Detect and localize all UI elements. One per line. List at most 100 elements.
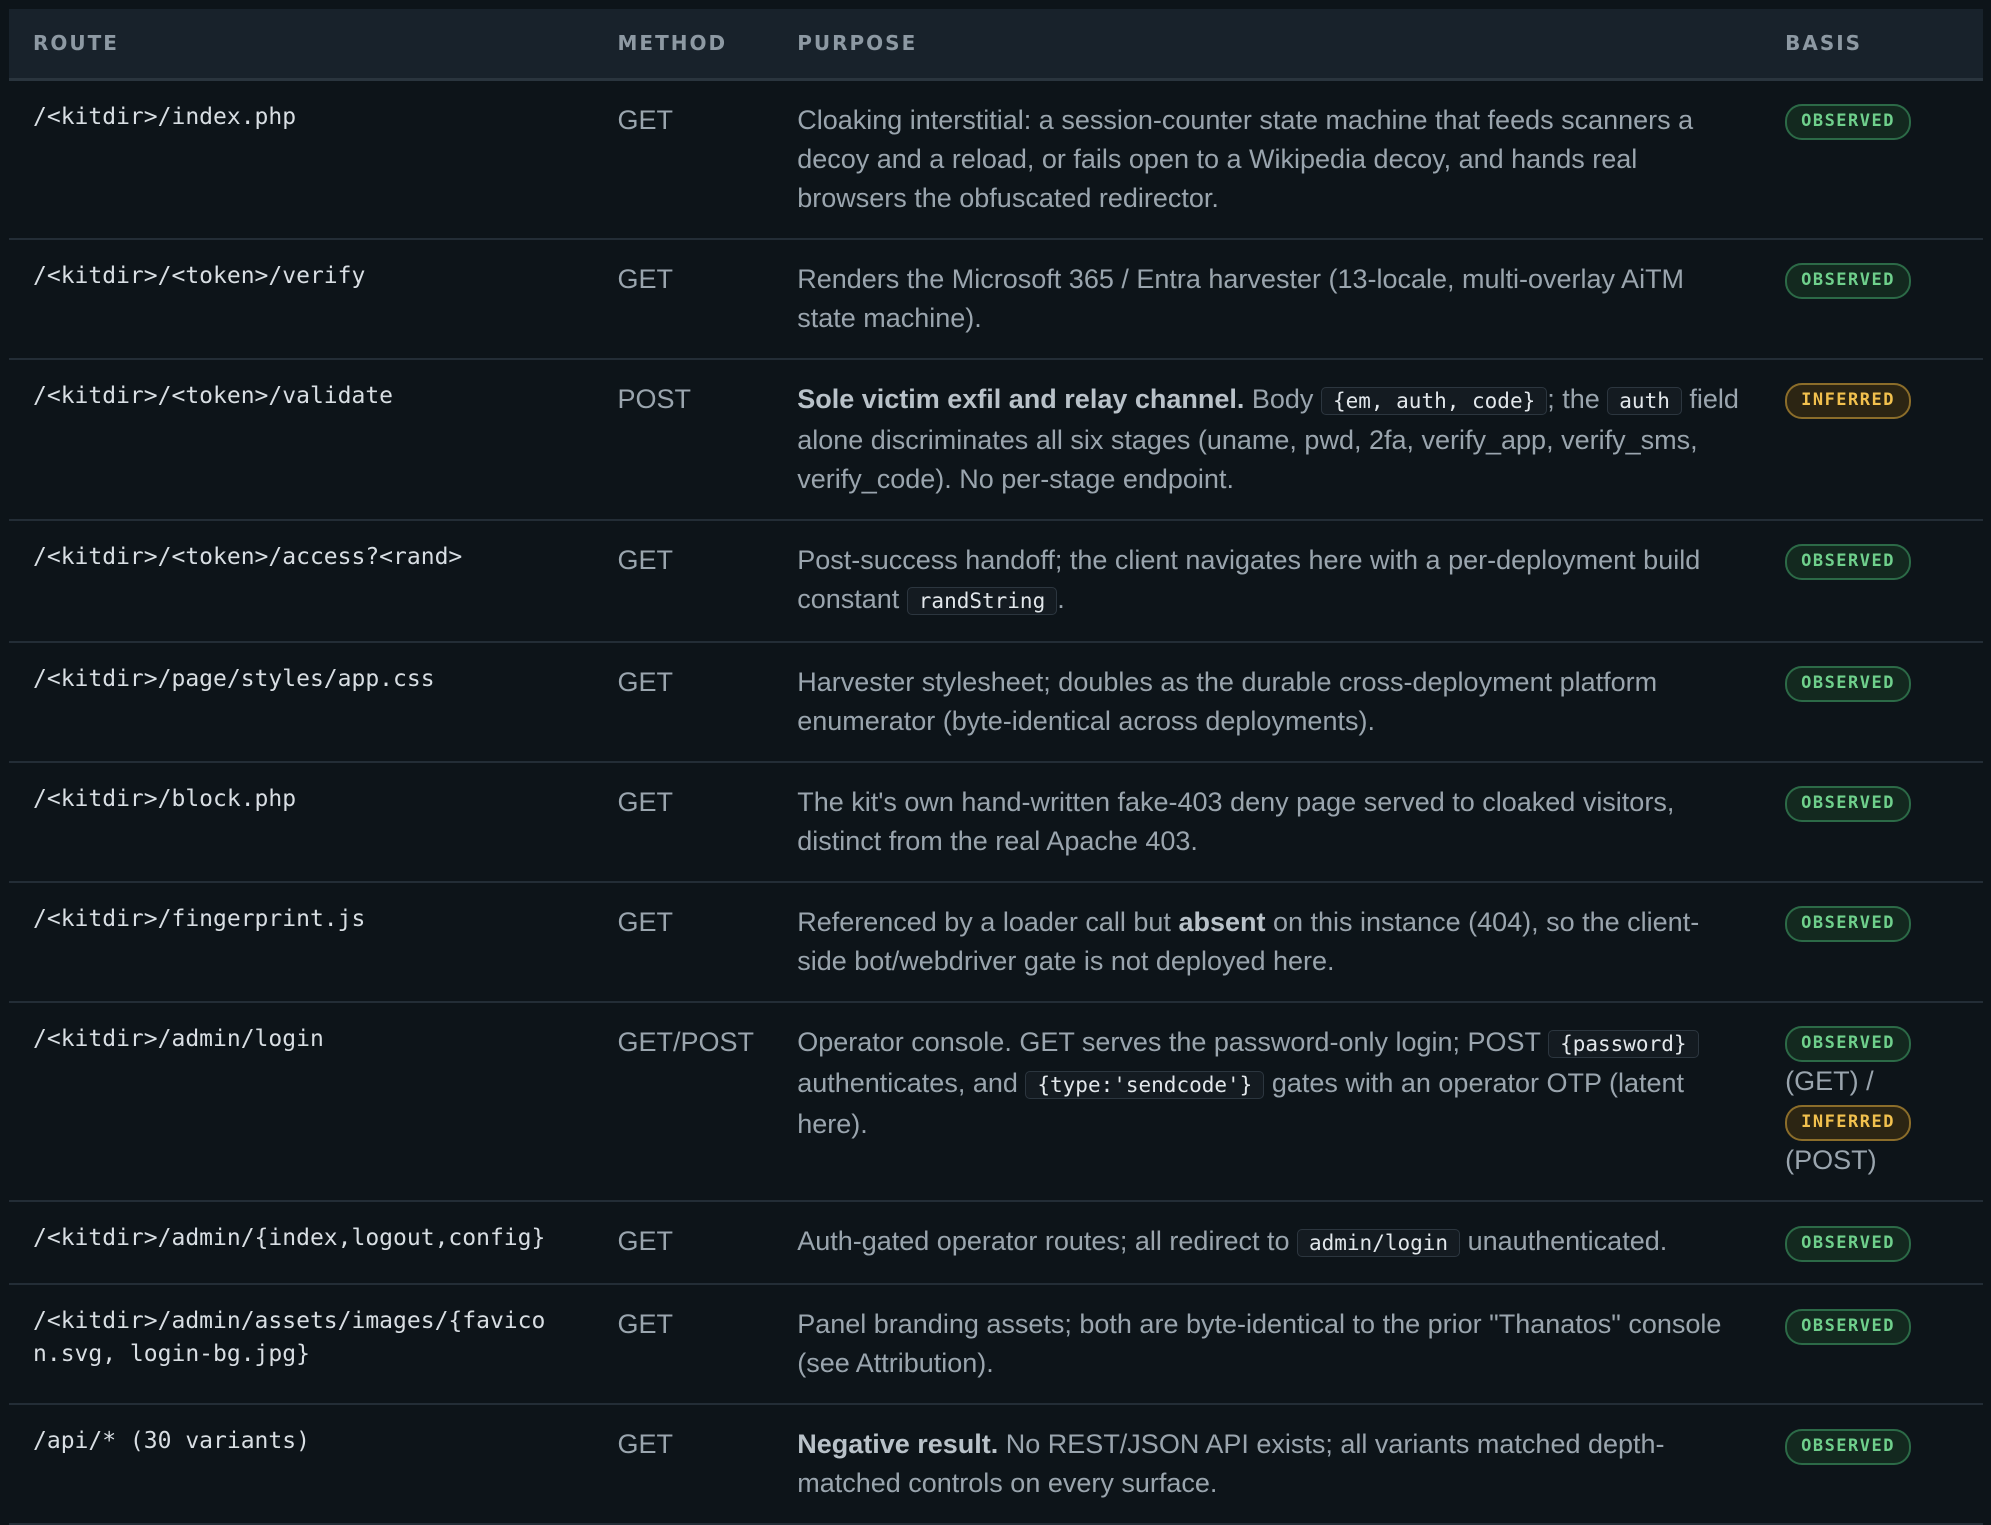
purpose-cell: Post-success handoff; the client navigat… [773, 520, 1761, 642]
purpose-cell: The kit's own hand-written fake-403 deny… [773, 762, 1761, 882]
route-cell: /<kitdir>/<token>/validate [33, 382, 394, 409]
purpose-text: The kit's own hand-written fake-403 deny… [797, 786, 1675, 856]
basis-line: INFERRED [1785, 1101, 1983, 1142]
basis-cell: OBSERVED [1761, 882, 1983, 1002]
basis-line: OBSERVED [1785, 783, 1983, 823]
purpose-emphasis: Sole victim exfil and relay channel. [797, 383, 1245, 414]
basis-line: OBSERVED [1785, 1425, 1983, 1466]
basis-cell: OBSERVED [1761, 762, 1983, 882]
purpose-cell: Negative result. No REST/JSON API exists… [773, 1404, 1761, 1524]
basis-cell: OBSERVED [1761, 642, 1983, 762]
status-badge-observed: OBSERVED [1785, 906, 1911, 943]
method-cell: GET/POST [617, 1026, 755, 1057]
method-cell: GET [617, 544, 674, 575]
table-row: /<kitdir>/fingerprint.js GET Referenced by… [9, 882, 1983, 1002]
status-badge-observed: OBSERVED [1785, 544, 1911, 581]
table-row: /<kitdir>/admin/{index,logout,config} GET… [9, 1201, 1983, 1285]
basis-cell: OBSERVED (GET) / INFERRED (POST) [1761, 1002, 1983, 1202]
purpose-text: authenticates, and [797, 1067, 1026, 1098]
table-row: /<kitdir>/admin/login GET/POST Operator co… [9, 1002, 1983, 1202]
route-cell: /<kitdir>/page/styles/app.css [33, 665, 435, 692]
method-cell: GET [617, 786, 674, 817]
table-body: /<kitdir>/index.php GET Cloaking interstit… [9, 79, 1983, 1525]
column-header-method: METHOD [617, 31, 728, 56]
purpose-text: Referenced by a loader call but [797, 906, 1179, 937]
inline-code: {em, auth, code} [1320, 386, 1548, 415]
basis-line: OBSERVED [1785, 101, 1983, 141]
table-header-row: ROUTE METHOD PURPOSE BASIS [9, 9, 1983, 79]
inline-code: {password} [1548, 1029, 1699, 1058]
purpose-cell: Panel branding assets; both are byte-ide… [773, 1284, 1761, 1404]
status-badge-observed: OBSERVED [1785, 786, 1911, 823]
basis-cell: OBSERVED [1761, 1404, 1983, 1524]
column-header-route: ROUTE [33, 31, 119, 56]
purpose-cell: Sole victim exfil and relay channel. Bod… [773, 359, 1761, 520]
purpose-text: Auth-gated operator routes; all redirect… [797, 1226, 1297, 1257]
purpose-cell: Operator console. GET serves the passwor… [773, 1002, 1761, 1202]
route-cell: /<kitdir>/fingerprint.js [33, 905, 366, 932]
status-badge-observed: OBSERVED [1785, 104, 1911, 141]
status-badge-observed: OBSERVED [1785, 1026, 1911, 1063]
method-cell: GET [617, 1309, 674, 1340]
inline-code: admin/login [1296, 1229, 1461, 1258]
inline-code: auth [1607, 386, 1682, 415]
status-badge-observed: OBSERVED [1785, 1309, 1911, 1346]
purpose-emphasis: Negative result. [797, 1429, 999, 1460]
method-cell: GET [617, 263, 674, 294]
basis-line: OBSERVED [1785, 903, 1983, 943]
purpose-cell: Renders the Microsoft 365 / Entra harves… [773, 239, 1761, 359]
table-row: /<kitdir>/admin/assets/images/{favicon.s… [9, 1284, 1983, 1405]
table-row: /<kitdir>/page/styles/app.css GET Harveste… [9, 642, 1983, 762]
table-row: /<kitdir>/block.php GET The kit's own hand… [9, 762, 1983, 882]
route-cell: /api/* (30 variants) [33, 1428, 310, 1455]
column-header-purpose: PURPOSE [797, 31, 918, 56]
status-badge-observed: OBSERVED [1785, 1226, 1911, 1263]
basis-note: (GET) / [1785, 1066, 1874, 1097]
method-cell: POST [617, 383, 692, 414]
basis-line: INFERRED [1785, 380, 1983, 420]
method-cell: GET [617, 1429, 674, 1460]
inline-code: {type:'sendcode'} [1025, 1070, 1265, 1099]
status-badge-inferred: INFERRED [1785, 1105, 1911, 1142]
route-cell: /<kitdir>/index.php [33, 103, 297, 130]
basis-line: OBSERVED [1785, 1023, 1983, 1063]
basis-line: OBSERVED [1785, 260, 1983, 300]
purpose-text: Cloaking interstitial: a session-counter… [797, 104, 1694, 213]
purpose-cell: Auth-gated operator routes; all redirect… [773, 1201, 1761, 1284]
purpose-cell: Cloaking interstitial: a session-counter… [773, 79, 1761, 239]
route-cell: /<kitdir>/block.php [33, 785, 297, 812]
purpose-text: Operator console. GET serves the passwor… [797, 1026, 1549, 1057]
status-badge-observed: OBSERVED [1785, 666, 1911, 703]
status-badge-inferred: INFERRED [1785, 383, 1911, 420]
route-cell: /<kitdir>/admin/assets/images/{favicon.s… [33, 1308, 546, 1368]
method-cell: GET [617, 104, 674, 135]
basis-cell: OBSERVED [1761, 79, 1983, 239]
table-row: /<kitdir>/<token>/access?<rand> GET Post-s… [9, 520, 1983, 642]
status-badge-observed: OBSERVED [1785, 1429, 1911, 1466]
purpose-cell: Harvester stylesheet; doubles as the dur… [773, 642, 1761, 762]
route-cell: /<kitdir>/admin/login [33, 1025, 324, 1052]
purpose-text: Renders the Microsoft 365 / Entra harves… [797, 263, 1685, 333]
table-row: /<kitdir>/index.php GET Cloaking interstit… [9, 79, 1983, 239]
basis-line: OBSERVED [1785, 663, 1983, 703]
route-cell: /<kitdir>/admin/{index,logout,config} [33, 1225, 546, 1252]
purpose-cell: Referenced by a loader call but absent o… [773, 882, 1761, 1002]
purpose-text: . [1057, 583, 1065, 614]
purpose-text: Panel branding assets; both are byte-ide… [797, 1309, 1722, 1379]
method-cell: GET [617, 906, 674, 937]
basis-cell: OBSERVED [1761, 1284, 1983, 1404]
table-row: /api/* (30 variants) GET Negative result. … [9, 1404, 1983, 1525]
route-cell: /<kitdir>/<token>/access?<rand> [33, 543, 463, 570]
purpose-text: Body [1244, 383, 1321, 414]
method-cell: GET [617, 666, 674, 697]
basis-note: (POST) [1785, 1145, 1877, 1176]
basis-cell: OBSERVED [1761, 1201, 1983, 1284]
basis-line: OBSERVED [1785, 1305, 1983, 1346]
table-row: /<kitdir>/<token>/validate POST Sole victi… [9, 359, 1983, 520]
status-badge-observed: OBSERVED [1785, 263, 1911, 300]
purpose-text: Harvester stylesheet; doubles as the dur… [797, 666, 1658, 736]
method-cell: GET [617, 1226, 674, 1257]
purpose-text: unauthenticated. [1460, 1226, 1668, 1257]
basis-line: OBSERVED [1785, 541, 1983, 581]
column-header-basis: BASIS [1785, 31, 1863, 56]
